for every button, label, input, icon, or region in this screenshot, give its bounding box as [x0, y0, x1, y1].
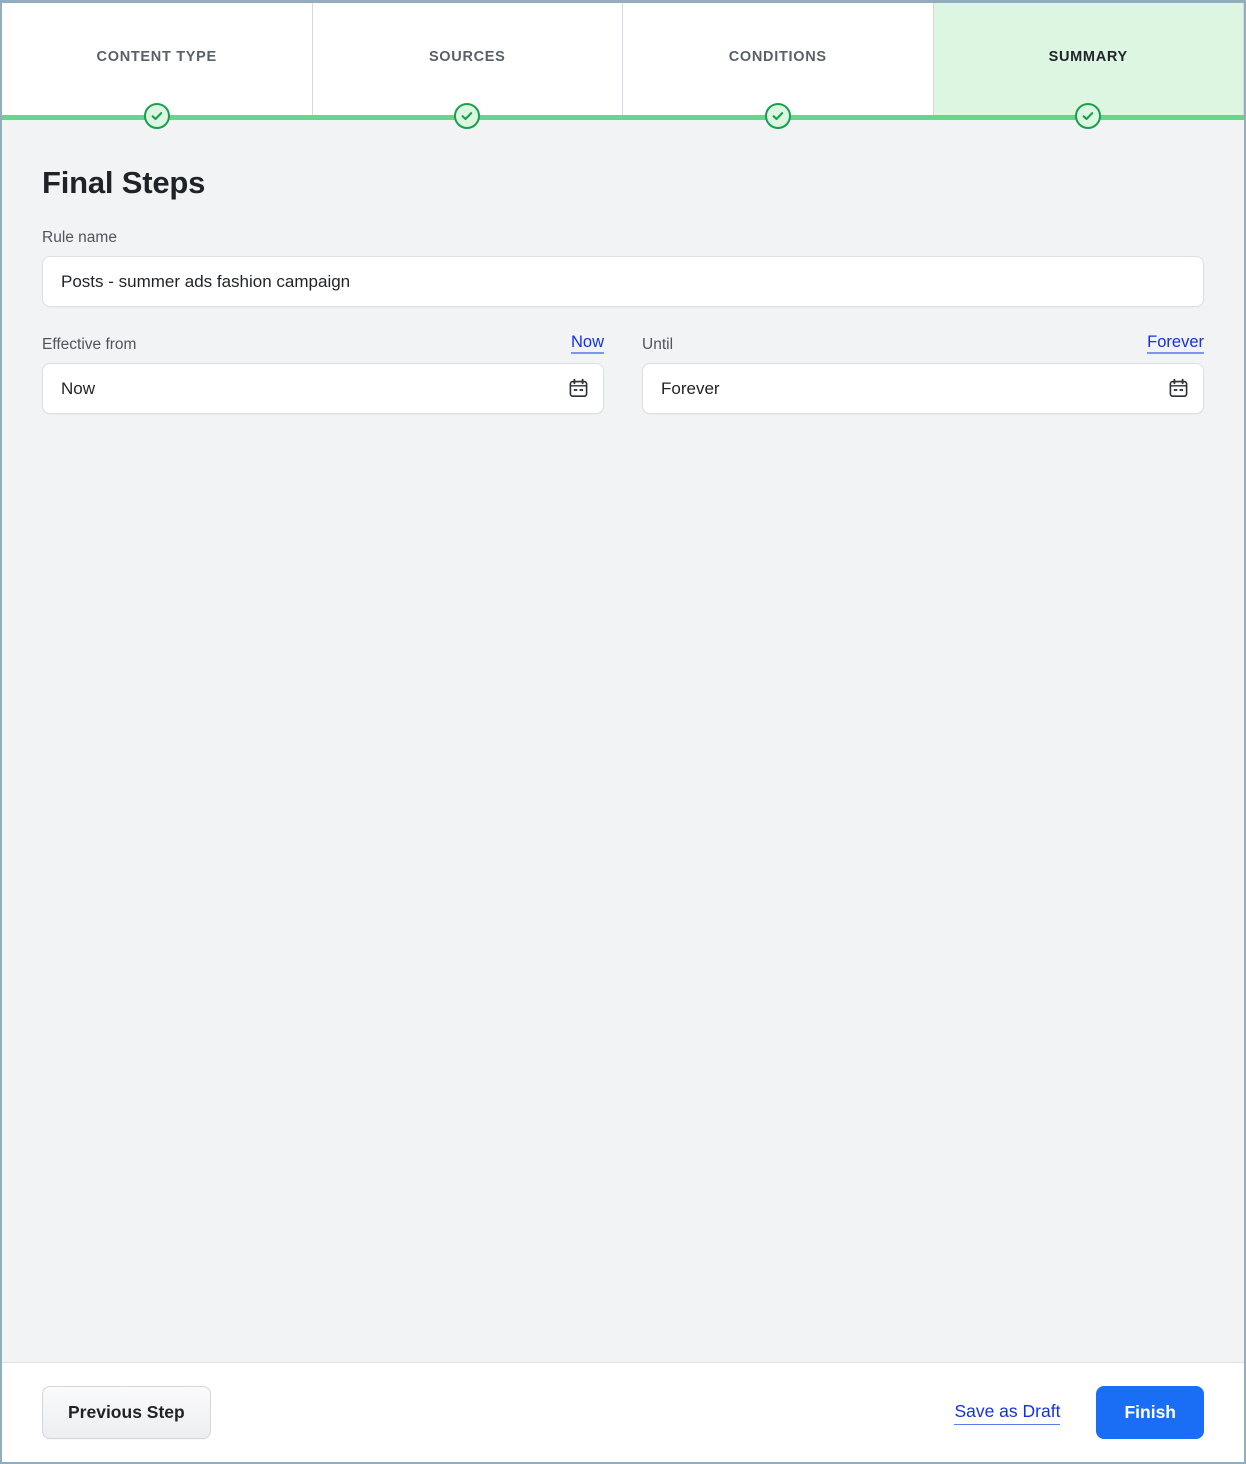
effective-from-header: Effective from Now [42, 333, 604, 355]
step-conditions[interactable]: CONDITIONS [623, 3, 934, 129]
finish-button[interactable]: Finish [1096, 1386, 1204, 1439]
effective-from-group: Effective from Now [42, 333, 604, 415]
check-circle-icon [764, 103, 791, 129]
step-label: CONTENT TYPE [96, 49, 217, 65]
calendar-icon[interactable] [566, 377, 590, 401]
check-circle-icon [1075, 103, 1102, 129]
save-as-draft-link[interactable]: Save as Draft [954, 1401, 1061, 1425]
rule-name-field-group: Rule name [42, 229, 1204, 307]
page-title: Final Steps [42, 165, 206, 200]
step-label: CONDITIONS [728, 49, 827, 65]
calendar-icon[interactable] [1166, 377, 1190, 401]
effective-from-now-link[interactable]: Now [570, 333, 604, 355]
effective-from-input[interactable] [42, 363, 604, 415]
stepper-progress-rail [2, 115, 1244, 120]
effective-from-input-wrap [42, 363, 604, 415]
until-label: Until [642, 336, 674, 354]
wizard-window: CONTENT TYPE SOURCES CONDITIONS SUMMARY … [0, 0, 1246, 1464]
until-header: Until Forever [642, 333, 1204, 355]
wizard-footer: Previous Step Save as Draft Finish [2, 1362, 1244, 1462]
wizard-stepper: CONTENT TYPE SOURCES CONDITIONS SUMMARY [2, 3, 1244, 129]
step-label: SUMMARY [1048, 49, 1128, 65]
previous-step-button[interactable]: Previous Step [42, 1386, 211, 1439]
step-summary[interactable]: SUMMARY [933, 3, 1244, 129]
step-content-type[interactable]: CONTENT TYPE [2, 3, 313, 129]
rule-name-label: Rule name [42, 229, 117, 246]
effective-from-label: Effective from [42, 336, 137, 354]
until-input-wrap [642, 363, 1204, 415]
step-label: SOURCES [428, 49, 506, 65]
until-input[interactable] [642, 363, 1204, 415]
check-circle-icon [143, 103, 170, 129]
footer-actions: Save as Draft Finish [954, 1386, 1204, 1439]
check-circle-icon [454, 103, 481, 129]
date-range-row: Effective from Now Now Until Forever For… [42, 333, 1204, 415]
rule-name-input[interactable] [42, 256, 1204, 307]
step-sources[interactable]: SOURCES [312, 3, 623, 129]
main-content: Final Steps Rule name Effective from Now [2, 117, 1244, 1362]
until-forever-link[interactable]: Forever [1147, 333, 1204, 355]
until-group: Until Forever [642, 333, 1204, 415]
